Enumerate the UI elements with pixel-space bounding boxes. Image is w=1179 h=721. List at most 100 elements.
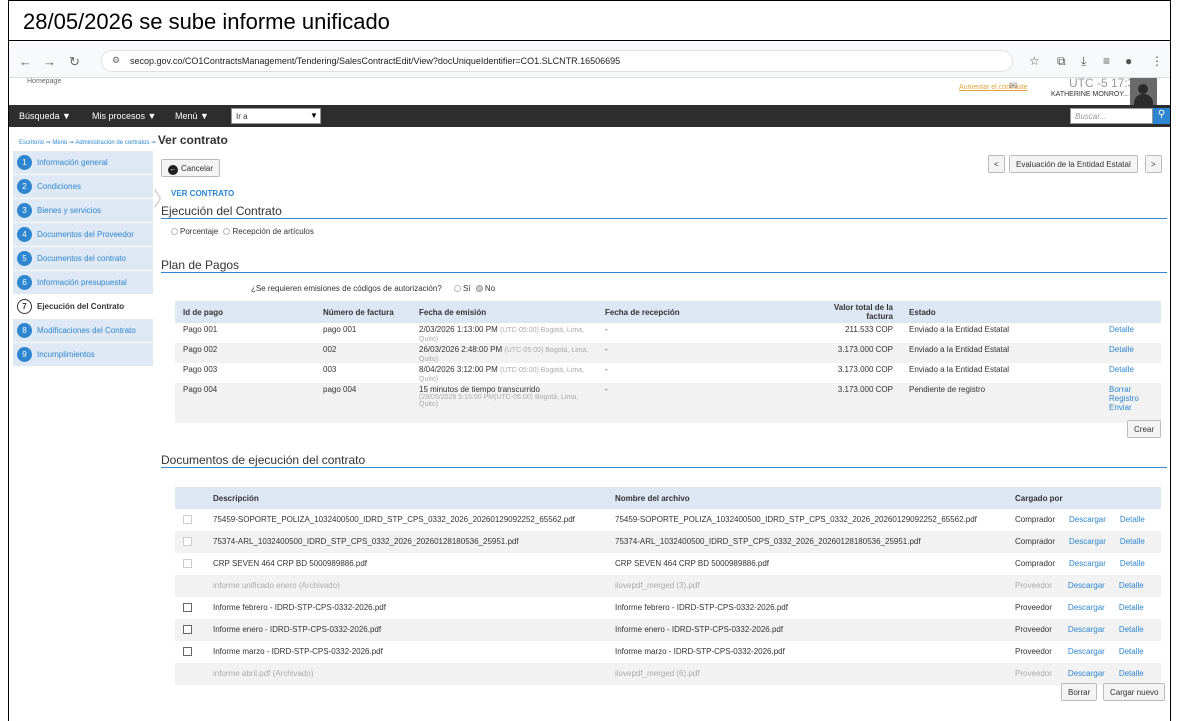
table-row: informe abril.pdf (Archivado) ilovepdf_m… (175, 663, 1161, 685)
evaluacion-entidad-button[interactable]: Evaluación de la Entidad Estatal (1009, 155, 1138, 173)
chevron-down-icon: ▼ (310, 111, 318, 120)
descargar-link[interactable]: Descargar (1068, 647, 1105, 656)
detalle-link[interactable]: Detalle (1119, 647, 1144, 656)
detalle-link[interactable]: Detalle (1119, 669, 1144, 678)
profile-icon[interactable]: ● (1125, 54, 1132, 68)
reading-list-icon[interactable]: ≡ (1103, 54, 1110, 68)
col-header: Nombre del archivo (607, 487, 1007, 509)
menu-busqueda[interactable]: Búsqueda ▼ (19, 111, 71, 121)
search-input[interactable]: Buscar... (1070, 108, 1153, 124)
row-checkbox[interactable] (183, 559, 192, 568)
sidebar-item-bienes-servicios[interactable]: 3 Bienes y servicios (13, 199, 153, 223)
section-divider (161, 272, 1167, 273)
detalle-link[interactable]: Detalle (1120, 537, 1145, 546)
download-icon[interactable]: ⤓ (1081, 54, 1086, 69)
detalle-link[interactable]: Detalle (1119, 625, 1144, 634)
col-header: Id de pago (175, 301, 315, 323)
crear-button[interactable]: Crear (1127, 420, 1162, 438)
row-checkbox[interactable] (183, 515, 192, 524)
bookmark-star-icon[interactable]: ☆ (1029, 54, 1040, 68)
row-checkbox[interactable] (183, 537, 192, 546)
sidebar-item-condiciones[interactable]: 2 Condiciones (13, 175, 153, 199)
col-header: Estado (901, 301, 1101, 323)
descargar-link[interactable]: Descargar (1069, 537, 1106, 546)
back-arrow-icon[interactable]: ← (19, 54, 32, 69)
site-header: Homepage Aumentar el contraste ✉ UTC -5 … (9, 76, 1170, 105)
breadcrumb: Escritorio ➞ Menú ➞ Administración de co… (19, 133, 228, 147)
table-row: informe unificado enero (Archivado) ilov… (175, 575, 1161, 597)
col-header-actions (1101, 301, 1161, 323)
descargar-link[interactable]: Descargar (1068, 581, 1105, 590)
homepage-logo[interactable]: Homepage (27, 78, 61, 85)
breadcrumb-path[interactable]: Escritorio ➞ Menú ➞ Administración de co… (19, 140, 158, 146)
table-row: Pago 004 pago 004 15 minutos de tiempo t… (175, 383, 1161, 423)
detalle-link[interactable]: Detalle (1119, 581, 1144, 590)
documentos-table: Descripción Nombre del archivo Cargado p… (175, 487, 1161, 685)
descargar-link[interactable]: Descargar (1068, 669, 1105, 678)
page-title: Ver contrato (157, 133, 228, 147)
avatar[interactable] (1130, 78, 1157, 105)
row-checkbox[interactable] (183, 625, 192, 634)
address-bar[interactable]: ⚙ secop.gov.co/CO1ContractsManagement/Te… (101, 50, 1013, 72)
plan-pagos-title: Plan de Pagos (161, 258, 240, 272)
descargar-link[interactable]: Descargar (1069, 515, 1106, 524)
si-radio[interactable] (454, 285, 462, 292)
borrar-link[interactable]: Borrar (1109, 385, 1161, 394)
next-step-button[interactable]: > (1145, 155, 1162, 173)
detalle-link[interactable]: Detalle (1120, 515, 1145, 524)
detalle-link[interactable]: Detalle (1101, 323, 1161, 343)
url-text: secop.gov.co/CO1ContractsManagement/Tend… (130, 56, 621, 66)
detalle-link[interactable]: Detalle (1120, 559, 1145, 568)
forward-arrow-icon[interactable]: → (43, 54, 56, 69)
browser-menu-icon[interactable]: ⋮ (1151, 54, 1163, 68)
row-checkbox[interactable] (183, 647, 192, 656)
detalle-link[interactable]: Detalle (1101, 363, 1161, 383)
user-name[interactable]: KATHERINE MONROY... (1051, 91, 1129, 98)
descargar-link[interactable]: Descargar (1069, 559, 1106, 568)
caption-text: 28/05/2026 se sube informe unificado (9, 1, 1170, 41)
section-divider (161, 218, 1167, 219)
enviar-link[interactable]: Enviar (1109, 403, 1161, 412)
sidebar-item-informacion-general[interactable]: 1 Información general (13, 151, 153, 175)
menu-mis-procesos[interactable]: Mis procesos ▼ (92, 111, 156, 121)
row-checkbox[interactable] (183, 603, 192, 612)
reload-icon[interactable]: ↻ (69, 54, 80, 70)
descargar-link[interactable]: Descargar (1068, 625, 1105, 634)
table-row: Pago 003 003 8/04/2026 3:12:00 PM (UTC-0… (175, 363, 1161, 383)
sidebar-item-informacion-presupuestal[interactable]: 6 Información presupuestal (13, 271, 153, 295)
mail-icon[interactable]: ✉ (1009, 81, 1017, 92)
no-radio[interactable] (475, 285, 483, 292)
col-header: Valor total de la factura (797, 301, 901, 323)
table-row: Pago 001 pago 001 2/03/2026 1:13:00 PM (… (175, 323, 1161, 343)
cargar-nuevo-button[interactable]: Cargar nuevo (1103, 683, 1166, 701)
detalle-link[interactable]: Detalle (1119, 603, 1144, 612)
detalle-link[interactable]: Detalle (1101, 343, 1161, 363)
prev-step-button[interactable]: < (988, 155, 1005, 173)
table-row: CRP SEVEN 464 CRP BD 5000989886.pdf CRP … (175, 553, 1161, 575)
table-row: 75459-SOPORTE_POLIZA_1032400500_IDRD_STP… (175, 509, 1161, 531)
borrar-button[interactable]: Borrar (1061, 683, 1098, 701)
col-header: Descripción (205, 487, 607, 509)
search-icon[interactable]: ⚲ (1153, 108, 1170, 124)
col-header-check (175, 487, 205, 509)
cancel-button[interactable]: ← Cancelar (161, 159, 221, 177)
sidebar-item-documentos-contrato[interactable]: 5 Documentos del contrato (13, 247, 153, 271)
sidebar-item-incumplimientos[interactable]: 9 Incumplimientos (13, 343, 153, 367)
sidebar-item-ejecucion-contrato[interactable]: 7 Ejecución del Contrato (13, 295, 153, 319)
extensions-icon[interactable]: ⧉ (1057, 54, 1066, 69)
ejecucion-radio-group: Porcentaje Recepción de artículos (171, 227, 314, 236)
main-menu-bar: Búsqueda ▼ Mis procesos ▼ Menú ▼ Ir a ▼ … (9, 105, 1170, 127)
ir-a-select[interactable]: Ir a ▼ (231, 108, 321, 124)
sidebar-item-documentos-proveedor[interactable]: 4 Documentos del Proveedor (13, 223, 153, 247)
col-header: Fecha de recepción (597, 301, 797, 323)
table-row: 75374-ARL_1032400500_IDRD_STP_CPS_0332_2… (175, 531, 1161, 553)
registro-link[interactable]: Registro (1109, 394, 1161, 403)
porcentaje-radio[interactable] (171, 228, 178, 235)
sidebar-item-modificaciones[interactable]: 8 Modificaciones del Contrato (13, 319, 153, 343)
browser-toolbar: ← → ↻ ⚙ secop.gov.co/CO1ContractsManagem… (9, 42, 1170, 78)
descargar-link[interactable]: Descargar (1068, 603, 1105, 612)
documentos-title: Documentos de ejecución del contrato (161, 453, 366, 467)
recepcion-radio[interactable] (223, 228, 231, 235)
site-info-icon[interactable]: ⚙ (112, 55, 120, 66)
menu-menu[interactable]: Menú ▼ (175, 111, 209, 121)
